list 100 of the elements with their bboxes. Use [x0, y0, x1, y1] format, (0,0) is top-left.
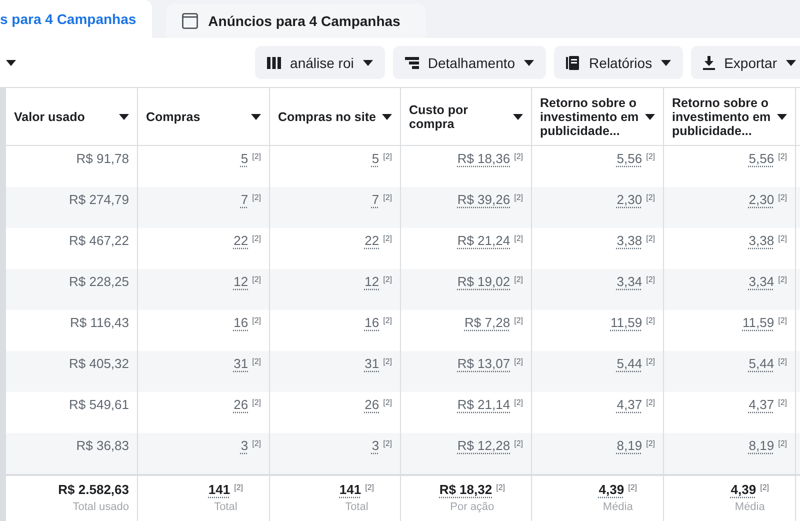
table-cell: 8,19 — [748, 438, 774, 453]
table-cell: 4,37 — [748, 397, 774, 412]
caret-icon — [786, 60, 796, 66]
footnote-mark: [2] — [778, 356, 787, 366]
table-cell: 5,44 — [616, 356, 642, 371]
footnote-mark: [2] — [646, 233, 655, 243]
table-cell: 8,19 — [616, 438, 642, 453]
total-value: 4,39 — [598, 482, 624, 497]
footnote-mark: [2] — [778, 151, 787, 161]
table-cell: 3 — [240, 438, 248, 453]
footnote-mark: [2] — [646, 192, 655, 202]
total-caption: Média — [602, 501, 633, 513]
footnote-mark: [2] — [514, 274, 523, 284]
footnote-mark: [2] — [646, 274, 655, 284]
breakdown-icon — [404, 56, 419, 68]
total-value: R$ 2.582,63 — [58, 482, 129, 497]
caret-icon — [513, 114, 523, 120]
footnote-mark: [2] — [778, 192, 787, 202]
table-cell: 12 — [234, 274, 248, 289]
footnote-mark: [2] — [252, 192, 261, 202]
toolbar-button[interactable]: análise roi — [255, 46, 385, 79]
footnote-mark: [2] — [496, 482, 505, 492]
footnote-mark: [2] — [252, 274, 261, 284]
footnote-mark: [2] — [628, 482, 637, 492]
table-cell: 12 — [364, 274, 380, 289]
footnote-mark: [2] — [646, 397, 655, 407]
footnote-mark: [2] — [383, 151, 392, 161]
document-icon — [566, 56, 580, 70]
footnote-mark: [2] — [646, 356, 655, 366]
footnote-mark: [2] — [252, 151, 261, 161]
footnote-mark: [2] — [646, 151, 655, 161]
column-header[interactable]: Retorno sobre o investimento em publicidade... — [532, 88, 664, 146]
table-cell: R$ 467,22 — [69, 233, 129, 248]
footnote-mark: [2] — [514, 192, 523, 202]
table-cell: 4,37 — [616, 397, 642, 412]
footnote-mark: [2] — [778, 397, 787, 407]
footnote-mark: [2] — [760, 482, 769, 492]
footnote-mark: [2] — [383, 274, 392, 284]
caret-icon — [382, 114, 392, 120]
footnote-mark: [2] — [514, 397, 523, 407]
footnote-mark: [2] — [778, 274, 787, 284]
total-caption: Por ação — [450, 501, 494, 513]
total-value: 141 — [208, 482, 230, 497]
table-cell: R$ 549,61 — [69, 397, 129, 412]
column-header[interactable]: Retorno sobre o investimento em publicidade... — [664, 88, 796, 146]
table-cell: 22 — [364, 233, 380, 248]
table-cell: 16 — [364, 315, 380, 330]
footnote-mark: [2] — [514, 356, 523, 366]
total-value: 4,39 — [730, 482, 756, 497]
table-cell: R$ 116,43 — [70, 315, 129, 330]
column-header[interactable]: Custo por compra — [401, 88, 532, 146]
table-cell: 16 — [234, 315, 248, 330]
table-cell: 3,38 — [616, 233, 642, 248]
table-cell: R$ 19,02 — [457, 274, 510, 289]
table-cell: R$ 13,07 — [457, 356, 510, 371]
total-value: 141 — [339, 482, 362, 497]
download-icon — [703, 56, 716, 70]
toolbar-button[interactable]: Exportar — [691, 46, 800, 79]
footnote-mark: [2] — [514, 233, 523, 243]
footnote-mark: [2] — [646, 438, 655, 448]
caret-icon — [251, 114, 261, 120]
table-cell: 31 — [234, 356, 248, 371]
caret-icon — [524, 60, 534, 66]
toolbar-button[interactable]: Detalhamento — [392, 46, 546, 79]
column-header[interactable]: Compras — [138, 88, 270, 146]
footnote-mark: [2] — [778, 233, 787, 243]
table-cell: R$ 274,79 — [69, 192, 129, 207]
footnote-mark: [2] — [778, 438, 787, 448]
table-cell: 11,59 — [742, 315, 774, 330]
footnote-mark: [2] — [383, 315, 392, 325]
table-cell: 2,30 — [748, 192, 774, 207]
table-cell: 5,56 — [616, 151, 642, 166]
footnote-mark: [2] — [383, 356, 392, 366]
total-caption: Total — [345, 501, 368, 513]
columns-icon — [267, 56, 282, 68]
footnote-mark: [2] — [252, 397, 261, 407]
table-cell: R$ 21,14 — [457, 397, 510, 412]
table-cell: R$ 18,36 — [457, 151, 510, 166]
tab[interactable]: s para 4 Campanhas — [0, 0, 152, 38]
footnote-mark: [2] — [646, 315, 655, 325]
caret-icon — [362, 60, 373, 66]
table-cell: 5 — [240, 151, 248, 166]
table-cell: 7 — [372, 192, 380, 207]
caret-icon — [777, 114, 787, 120]
table-cell: 5 — [372, 151, 380, 166]
column-header[interactable]: Compras no site — [270, 88, 401, 146]
toolbar-button[interactable]: Relatórios — [554, 46, 684, 79]
table-cell: 5,56 — [748, 151, 774, 166]
table-cell: 3 — [372, 438, 380, 453]
column-header[interactable]: Valor usado — [6, 88, 138, 146]
table-cell: 22 — [234, 233, 248, 248]
footnote-mark: [2] — [514, 315, 523, 325]
footnote-mark: [2] — [778, 315, 787, 325]
footnote-mark: [2] — [514, 438, 523, 448]
table-cell: 3,38 — [748, 233, 774, 248]
table-cell: R$ 36,83 — [76, 438, 129, 453]
tab[interactable]: Anúncios para 4 Campanhas — [166, 4, 426, 38]
table-cell: 31 — [364, 356, 380, 371]
footnote-mark: [2] — [383, 397, 392, 407]
table-cell: 3,34 — [748, 274, 774, 289]
